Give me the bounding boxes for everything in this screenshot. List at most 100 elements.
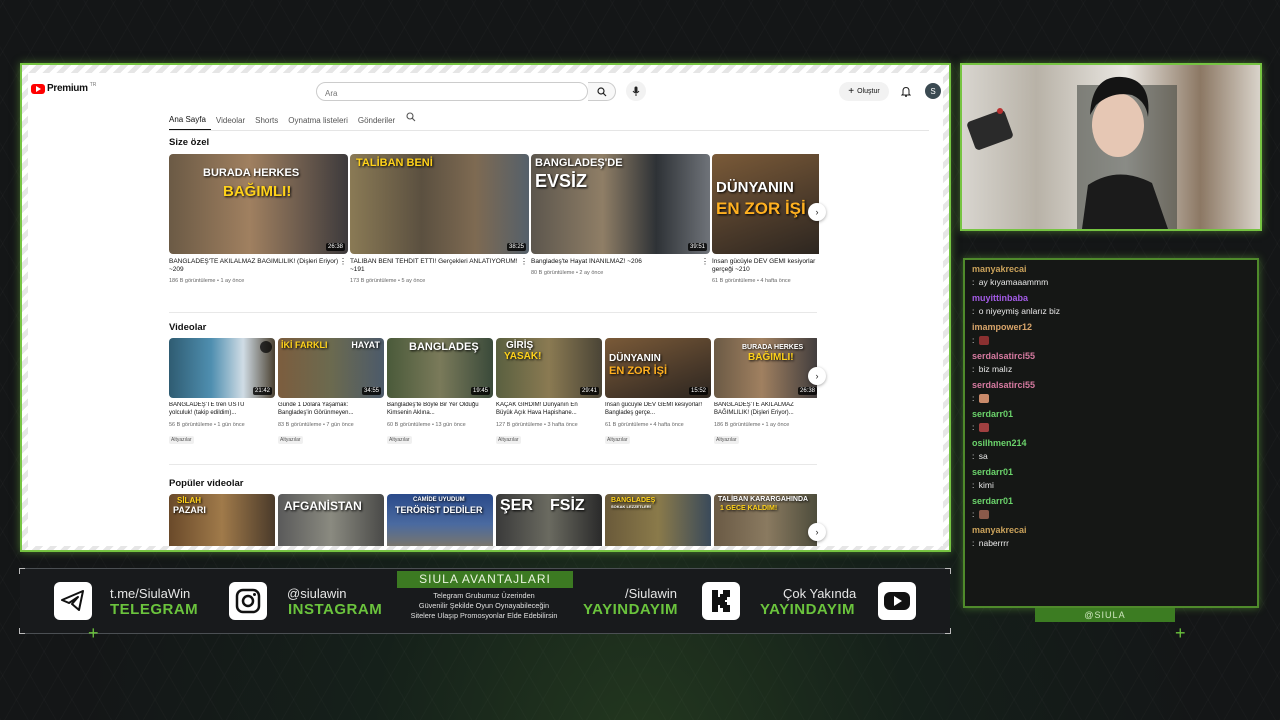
video-thumbnail[interactable]: TALİBAN BENİ 38:25 — [350, 154, 529, 254]
chat-panel: manyakrecai: ay kıyamaaammm muyittinbaba… — [963, 258, 1259, 608]
video-title[interactable]: Günde 1 Dolara Yaşamak: Bangladeş'in Gör… — [278, 402, 384, 419]
video-thumbnail[interactable]: İKİ FARKLI HAYAT 34:55 — [278, 338, 384, 398]
chat-message: imampower12: — [972, 322, 1250, 345]
video-title[interactable]: Bangladeş'te Hayat İNANILMAZ! ~206 — [531, 258, 710, 267]
chat-message: serdarr01: — [972, 496, 1250, 519]
tab-home[interactable]: Ana Sayfa — [169, 115, 211, 130]
video-meta: 173 B görüntüleme • 5 ay önce — [350, 278, 426, 284]
search-input[interactable] — [317, 85, 587, 102]
chat-username[interactable]: manyakrecai — [972, 264, 1250, 274]
subtitles-badge: Altyazılar — [387, 436, 412, 444]
video-title[interactable]: BANGLADEŞ'TE tren ÜSTÜ yolculuk! (takip … — [169, 402, 275, 419]
video-card[interactable]: BURADA HERKES BAĞIMLI! 26:38 BANGLADEŞ'T… — [169, 154, 348, 284]
video-card[interactable]: CAMİDE UYUDUM TERÖRİST DEDİLER — [387, 494, 493, 546]
channel-search-button[interactable] — [406, 109, 416, 130]
video-card[interactable]: ŞER FSİZ — [496, 494, 602, 546]
chat-username[interactable]: osilhmen214 — [972, 438, 1250, 448]
carousel-next-button[interactable]: › — [808, 367, 826, 385]
tab-shorts[interactable]: Shorts — [250, 116, 283, 130]
chat-username[interactable]: serdarr01 — [972, 496, 1250, 506]
watch-later-icon[interactable] — [260, 341, 272, 353]
account-avatar[interactable]: S — [925, 83, 941, 99]
telegram-handle[interactable]: t.me/SiulaWin — [110, 586, 190, 601]
video-thumbnail[interactable]: GİRİŞ YASAK! 29:41 — [496, 338, 602, 398]
tab-playlists[interactable]: Oynatma listeleri — [283, 116, 353, 130]
video-thumbnail[interactable]: BANGLADEŞ SOKAK LEZZETLERİ — [605, 494, 711, 546]
instagram-icon[interactable] — [229, 582, 267, 620]
video-views: 186 B görüntüleme — [169, 278, 216, 284]
more-options-icon[interactable]: ⋮ — [701, 258, 709, 266]
video-card[interactable]: TALİBAN KARARGAHINDA 1 GECE KALDIM! — [714, 494, 817, 546]
youtube-live-label: YAYINDAYIM — [760, 601, 856, 618]
chat-message: osilhmen214: sa — [972, 438, 1250, 461]
chat-message: manyakrecai : naberrrr — [972, 525, 1250, 548]
video-meta: 61 B görüntüleme • 4 hafta önce — [605, 422, 684, 428]
kick-icon[interactable] — [702, 582, 740, 620]
video-card[interactable]: 21:42 BANGLADEŞ'TE tren ÜSTÜ yolculuk! (… — [169, 338, 275, 446]
tab-videos[interactable]: Videolar — [211, 116, 250, 130]
video-thumbnail[interactable]: BANGLADEŞ 19:45 — [387, 338, 493, 398]
video-title[interactable]: TALİBAN BENİ TEHDİT ETTİ! Gerçekleri ANL… — [350, 258, 529, 275]
chat-message-list[interactable]: manyakrecai: ay kıyamaaammm muyittinbaba… — [972, 264, 1250, 554]
video-thumbnail[interactable]: DÜNYANIN EN ZOR İŞİ — [712, 154, 819, 254]
carousel-next-button[interactable]: › — [808, 523, 826, 541]
video-views: 56 B görüntüleme — [169, 422, 213, 428]
video-card[interactable]: İKİ FARKLI HAYAT 34:55 Günde 1 Dolara Ya… — [278, 338, 384, 446]
video-title[interactable]: BANGLADEŞ'TE AKILALMAZ BAĞIMLILIK! (Dişl… — [714, 402, 817, 419]
chat-username[interactable]: serdalsatirci55 — [972, 380, 1250, 390]
chat-username[interactable]: serdalsatirci55 — [972, 351, 1250, 361]
instagram-handle[interactable]: @siulawin — [287, 586, 346, 601]
video-thumbnail[interactable]: BURADA HERKES BAĞIMLI! 26:38 — [169, 154, 348, 254]
video-thumbnail[interactable]: ŞER FSİZ — [496, 494, 602, 546]
carousel-next-button[interactable]: › — [808, 203, 826, 221]
video-thumbnail[interactable]: BANGLADEŞ'DE EVSİZ 39:51 — [531, 154, 710, 254]
video-card[interactable]: BURADA HERKES BAĞIMLI! 26:38 BANGLADEŞ'T… — [714, 338, 817, 446]
chat-username[interactable]: serdarr01 — [972, 409, 1250, 419]
more-options-icon[interactable]: ⋮ — [520, 258, 528, 266]
video-card[interactable]: AFGANİSTAN — [278, 494, 384, 546]
chat-text: : naberrrr — [972, 538, 1009, 548]
video-thumbnail[interactable]: BURADA HERKES BAĞIMLI! 26:38 — [714, 338, 817, 398]
youtube-logo[interactable]: Premium TR — [31, 82, 96, 94]
more-options-icon[interactable]: ⋮ — [339, 258, 347, 266]
video-card[interactable]: GİRİŞ YASAK! 29:41 KAÇAK GİRDİM! Dünyanı… — [496, 338, 602, 446]
video-thumbnail[interactable]: DÜNYANIN EN ZOR İŞİ 15:52 — [605, 338, 711, 398]
logo-text: Premium — [47, 83, 88, 94]
video-thumbnail[interactable]: CAMİDE UYUDUM TERÖRİST DEDİLER — [387, 494, 493, 546]
video-age: 4 hafta önce — [760, 278, 791, 284]
chat-username[interactable]: manyakrecai — [972, 525, 1250, 535]
video-title[interactable]: BANGLADEŞ'TE AKILALMAZ BAĞIMLILIK! (Dişl… — [169, 258, 348, 275]
video-card[interactable]: BANGLADEŞ'DE EVSİZ 39:51 Bangladeş'te Ha… — [531, 154, 710, 284]
chat-username[interactable]: muyittinbaba — [972, 293, 1250, 303]
video-title[interactable]: İnsan gücüyle DEV GEMİ kesiyorlar gerçeğ… — [712, 258, 819, 275]
video-thumbnail[interactable]: AFGANİSTAN — [278, 494, 384, 546]
video-card[interactable]: DÜNYANIN EN ZOR İŞİ İnsan gücüyle DEV GE… — [712, 154, 819, 284]
webcam-feed — [960, 63, 1262, 231]
video-title[interactable]: KAÇAK GİRDİM! Dünyanın En Büyük Açık Hav… — [496, 402, 602, 419]
telegram-icon[interactable] — [54, 582, 92, 620]
create-button[interactable]: + Oluştur — [839, 82, 889, 101]
chat-username[interactable]: serdarr01 — [972, 467, 1250, 477]
tab-posts[interactable]: Gönderiler — [353, 116, 400, 130]
video-card[interactable]: BANGLADEŞ SOKAK LEZZETLERİ — [605, 494, 711, 546]
video-title[interactable]: İnsan gücüyle DEV GEMİ kesiyorlar! Bangl… — [605, 402, 711, 419]
notifications-button[interactable] — [897, 82, 915, 100]
video-thumbnail[interactable]: TALİBAN KARARGAHINDA 1 GECE KALDIM! — [714, 494, 817, 546]
video-title[interactable]: Bangladeş'te Böyle Bir Yer Olduğu Kimsen… — [387, 402, 493, 419]
kick-handle[interactable]: /Siulawin — [625, 586, 677, 601]
video-card[interactable]: SİLAH PAZARI — [169, 494, 275, 546]
video-thumbnail[interactable]: SİLAH PAZARI — [169, 494, 275, 546]
youtube-play-icon — [31, 83, 45, 94]
video-thumbnail[interactable]: 21:42 — [169, 338, 275, 398]
youtube-icon[interactable] — [878, 582, 916, 620]
video-duration: 19:45 — [470, 387, 490, 395]
search-button[interactable] — [588, 82, 616, 101]
voice-search-button[interactable] — [626, 81, 646, 101]
video-card[interactable]: DÜNYANIN EN ZOR İŞİ 15:52 İnsan gücüyle … — [605, 338, 711, 446]
video-card[interactable]: BANGLADEŞ 19:45 Bangladeş'te Böyle Bir Y… — [387, 338, 493, 446]
thumbnail-text: BURADA HERKES — [742, 344, 804, 351]
chat-text: : — [972, 335, 1250, 345]
video-card[interactable]: TALİBAN BENİ 38:25 TALİBAN BENİ TEHDİT E… — [350, 154, 529, 284]
search-box[interactable] — [316, 82, 588, 102]
chat-username[interactable]: imampower12 — [972, 322, 1250, 332]
